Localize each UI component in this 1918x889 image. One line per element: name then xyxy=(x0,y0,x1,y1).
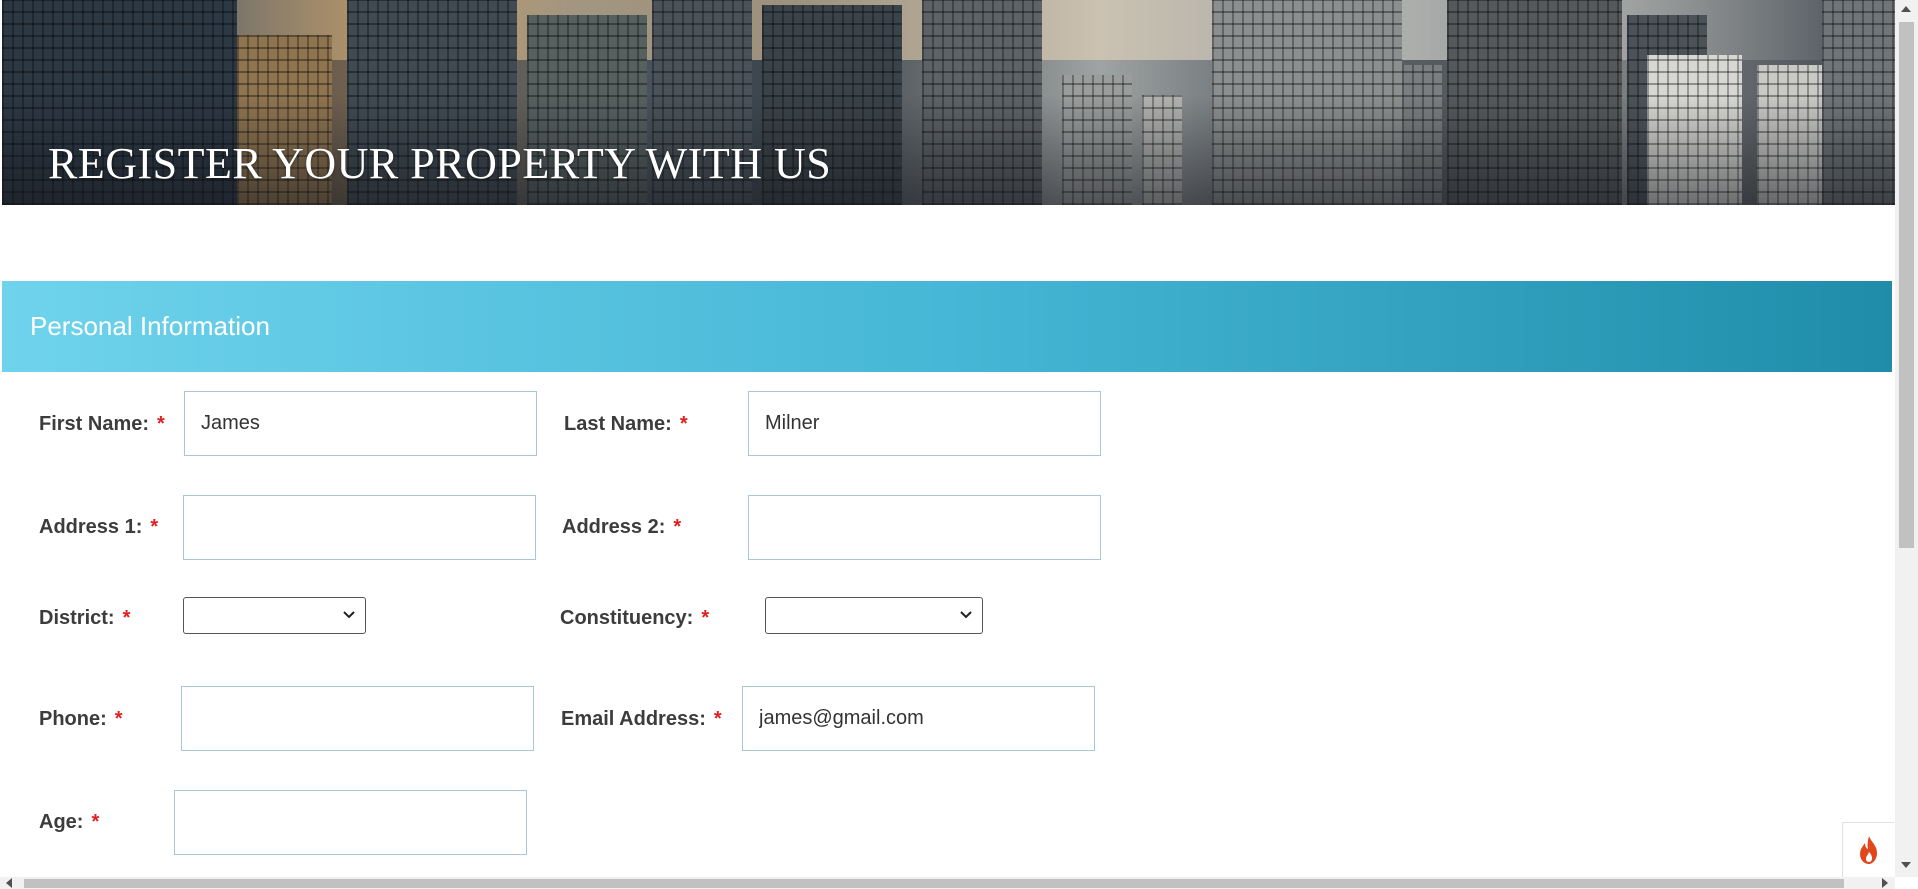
section-title: Personal Information xyxy=(30,311,270,341)
floating-action-button[interactable] xyxy=(1842,822,1894,877)
horizontal-scrollbar[interactable] xyxy=(0,877,1895,889)
first-name-label-text: First Name: xyxy=(39,413,150,435)
scroll-up-icon[interactable] xyxy=(1901,6,1911,12)
age-label-text: Age: xyxy=(39,811,84,833)
section-header: Personal Information xyxy=(2,281,1892,372)
last-name-label-text: Last Name: xyxy=(564,413,672,435)
horizontal-scroll-thumb[interactable] xyxy=(24,879,1844,888)
required-marker: * xyxy=(701,607,710,629)
scroll-down-icon[interactable] xyxy=(1901,862,1911,868)
required-marker: * xyxy=(157,413,165,435)
page-title: REGISTER YOUR PROPERTY WITH US xyxy=(48,139,832,188)
required-marker: * xyxy=(91,811,100,833)
email-input[interactable] xyxy=(742,686,1095,751)
vertical-scroll-thumb[interactable] xyxy=(1899,22,1914,548)
vertical-scrollbar[interactable] xyxy=(1895,0,1918,877)
address2-label-text: Address 2: xyxy=(562,516,666,538)
chevron-down-icon xyxy=(960,611,972,619)
first-name-label: First Name: * xyxy=(39,413,165,436)
age-label: Age: * xyxy=(39,811,99,834)
last-name-label: Last Name: * xyxy=(564,413,688,436)
constituency-select[interactable] xyxy=(765,597,983,634)
address2-label: Address 2: * xyxy=(562,516,681,539)
scroll-right-icon[interactable] xyxy=(1882,878,1888,888)
hero-banner: REGISTER YOUR PROPERTY WITH US xyxy=(2,0,1895,205)
required-marker: * xyxy=(713,708,722,730)
required-marker: * xyxy=(679,413,688,435)
chevron-down-icon xyxy=(343,611,355,619)
personal-info-form: First Name: * Last Name: * Address 1: * Add… xyxy=(0,372,1918,889)
phone-label: Phone: * xyxy=(39,708,123,731)
required-marker: * xyxy=(673,516,682,538)
required-marker: * xyxy=(122,607,131,629)
phone-label-text: Phone: xyxy=(39,708,107,730)
district-label-text: District: xyxy=(39,607,115,629)
required-marker: * xyxy=(150,516,159,538)
required-marker: * xyxy=(114,708,123,730)
constituency-label: Constituency: * xyxy=(560,607,709,630)
flame-icon xyxy=(1859,836,1877,864)
district-select[interactable] xyxy=(183,597,366,634)
address1-label: Address 1: * xyxy=(39,516,158,539)
scroll-left-icon[interactable] xyxy=(6,878,12,888)
first-name-input[interactable] xyxy=(184,391,537,456)
age-input[interactable] xyxy=(174,790,527,855)
email-label: Email Address: * xyxy=(561,708,722,731)
constituency-label-text: Constituency: xyxy=(560,607,694,629)
district-label: District: * xyxy=(39,607,130,630)
last-name-input[interactable] xyxy=(748,391,1101,456)
address1-label-text: Address 1: xyxy=(39,516,143,538)
phone-input[interactable] xyxy=(181,686,534,751)
email-label-text: Email Address: xyxy=(561,708,706,730)
address2-input[interactable] xyxy=(748,495,1101,560)
address1-input[interactable] xyxy=(183,495,536,560)
